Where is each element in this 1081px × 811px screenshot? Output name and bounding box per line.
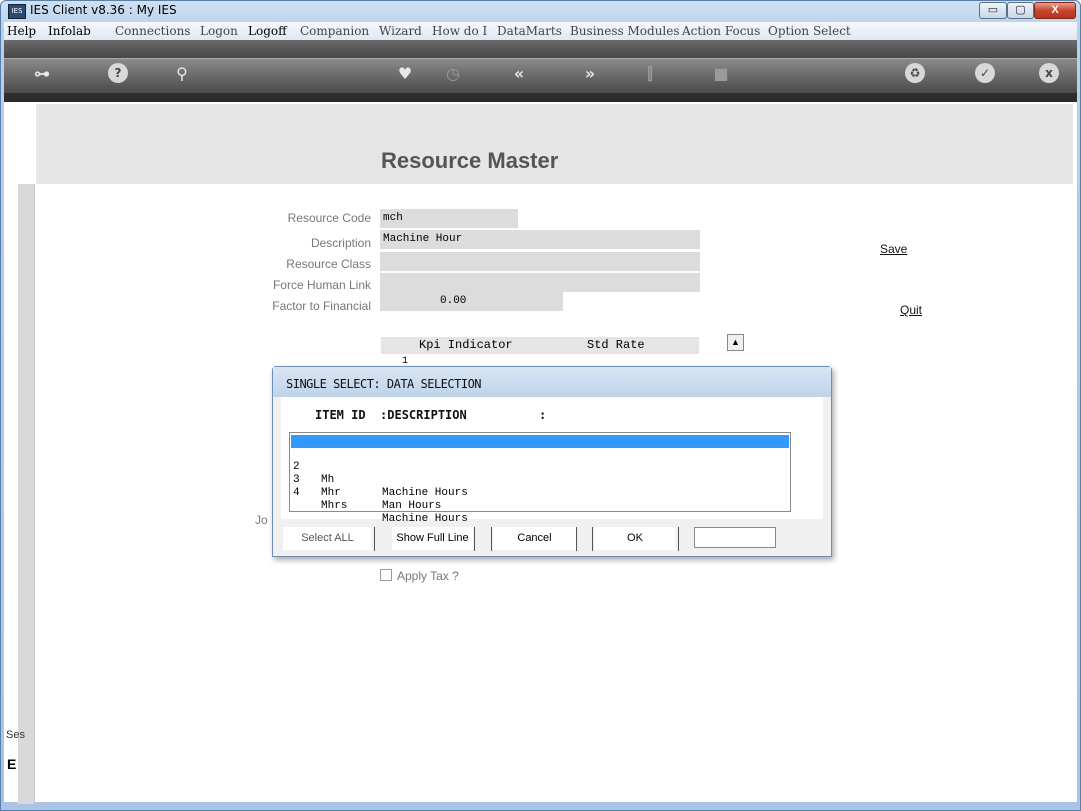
menu-wizard[interactable]: Wizard [379,24,422,38]
item-number: 4 [293,487,300,499]
heart-icon[interactable]: ♥ [393,64,417,83]
menu-logon[interactable]: Logon [200,24,238,38]
std-rate-column: Std Rate [587,338,645,352]
cancel-button[interactable]: Cancel [493,527,576,550]
button-separator [374,527,375,551]
stop-icon[interactable]: ■ [709,64,733,83]
button-separator [491,527,492,551]
menu-connections[interactable]: Connections [115,24,190,38]
resource-code-field[interactable]: mch [380,209,518,228]
description-label: Description [310,236,371,250]
force-human-link-label: Force Human Link [272,278,371,292]
forward-icon[interactable]: » [578,64,602,83]
button-separator [576,527,577,551]
menu-logoff[interactable]: Logoff [248,24,287,38]
apply-tax-checkbox[interactable]: Apply Tax ? [380,569,459,583]
resource-class-field[interactable] [380,252,700,271]
menu-option-select[interactable]: Option Select [768,24,851,38]
factor-to-financial-field[interactable]: 0.00 [380,292,563,311]
close-icon[interactable]: x [1039,63,1059,83]
selection-list[interactable]: 1 Md Mandays 2 Mh Machine Hours 3 Mhr Ma… [289,432,791,525]
force-human-link-field[interactable] [380,273,700,292]
maximize-button[interactable]: ▢ [1007,2,1034,19]
dialog-column-header: ITEM ID :DESCRIPTION : [315,408,547,422]
ok-button[interactable]: OK [594,527,676,550]
left-rail [18,184,35,804]
session-label: Ses [6,729,25,741]
button-separator [592,527,593,551]
button-separator [474,527,475,551]
session-indicator: E [7,756,17,772]
menu-datamarts[interactable]: DataMarts [497,24,562,38]
single-select-dialog: SINGLE SELECT: DATA SELECTION ITEM ID :D… [272,366,832,557]
help-icon[interactable]: ? [108,63,128,83]
menu-companion[interactable]: Companion [300,24,369,38]
menu-action-focus[interactable]: Action Focus [682,24,760,38]
close-window-button[interactable]: X [1034,2,1076,19]
rewind-icon[interactable]: « [507,64,531,83]
item-description: Man Hours [382,500,442,512]
quit-link[interactable]: Quit [900,303,922,317]
check-icon[interactable]: ✓ [975,63,995,83]
dialog-title: SINGLE SELECT: DATA SELECTION [286,377,482,391]
resource-code-label: Resource Code [287,211,371,225]
app-icon: IES [8,4,26,19]
item-id: Mhrs [321,500,348,512]
menu-bar: Help Infolab Connections Logon Logoff Co… [4,22,1077,40]
dialog-input-field[interactable] [694,527,776,548]
checkbox-icon[interactable] [380,569,392,581]
search-icon[interactable]: ⚲ [170,64,194,83]
item-description: Machine Hours [382,487,468,499]
title-bar[interactable]: IES IES Client v8.36 : My IES ▭ ▢ X [0,0,1081,22]
menu-infolab[interactable]: Infolab [48,24,91,38]
scroll-up-button[interactable]: ▲ [727,334,744,351]
apply-tax-label: Apply Tax ? [397,569,459,583]
button-separator [678,527,679,551]
description-field[interactable]: Machine Hour [380,230,700,249]
minimize-button[interactable]: ▭ [979,2,1007,19]
data-icon[interactable]: ⫿ [638,64,662,84]
clock-icon[interactable]: ◷ [441,64,465,83]
select-all-button[interactable]: Select ALL [283,527,372,550]
page-title: Resource Master [381,148,559,173]
list-item[interactable]: 1 Md Mandays [291,435,789,486]
item-description: Machine Hours [382,513,468,525]
recycle-icon[interactable]: ♻ [905,63,925,83]
list-item[interactable]: 3 Mhr Man Hours [291,461,789,512]
resource-class-label: Resource Class [286,257,371,271]
save-link[interactable]: Save [880,242,907,256]
partial-label: Jo [255,513,268,527]
list-item[interactable]: 2 Mh Machine Hours [291,448,789,499]
factor-to-financial-label: Factor to Financial [272,299,371,313]
kpi-grid-header: Kpi Indicator Std Rate [381,337,699,354]
menu-help[interactable]: Help [7,24,36,38]
kpi-indicator-column: Kpi Indicator [419,338,513,352]
menu-business-modules[interactable]: Business Modules [570,24,680,38]
show-full-line-button[interactable]: Show Full Line [392,527,473,550]
window-title: IES Client v8.36 : My IES [30,3,177,17]
menu-how-do-i[interactable]: How do I [432,24,487,38]
list-item[interactable]: 4 Mhrs Machine Hours [291,474,789,525]
key-icon[interactable]: ⊶ [30,64,54,83]
